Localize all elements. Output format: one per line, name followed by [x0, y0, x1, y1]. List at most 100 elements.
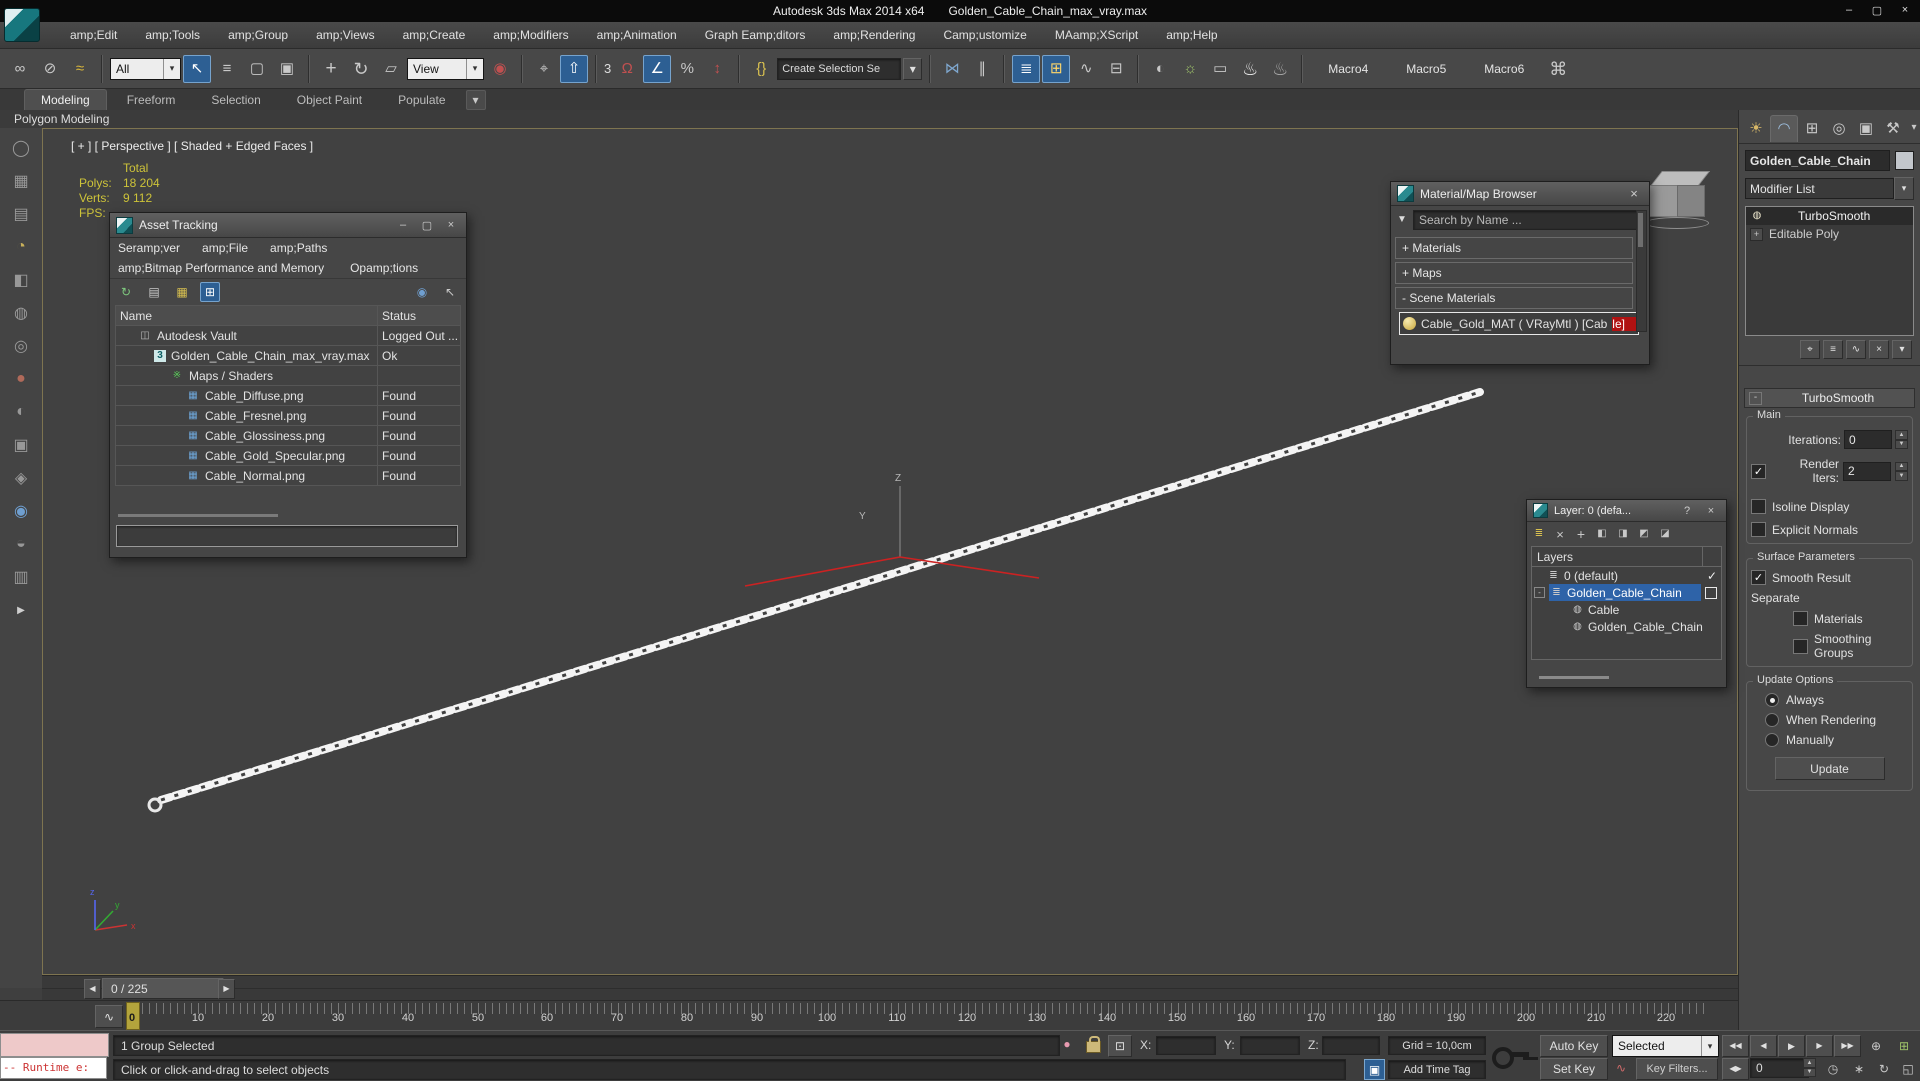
- menu-server[interactable]: Seramp;ver: [118, 241, 180, 255]
- schematic-view-icon[interactable]: [1102, 55, 1130, 83]
- collapse-minus-icon[interactable]: [1749, 391, 1762, 405]
- curve-editor-icon[interactable]: [1072, 55, 1100, 83]
- macro5-button[interactable]: Macro5: [1388, 62, 1464, 76]
- time-tag-cube-icon[interactable]: [1364, 1059, 1385, 1080]
- menu-item-tools[interactable]: amp;Tools: [131, 22, 214, 48]
- rectangular-selection-region-icon[interactable]: [243, 55, 271, 83]
- angle-snap-toggle-icon[interactable]: [643, 54, 672, 83]
- tab-selection[interactable]: Selection: [195, 93, 276, 107]
- time-slider-prev-icon[interactable]: [84, 979, 101, 999]
- set-current-layer-icon[interactable]: [1616, 527, 1630, 541]
- ribbon-tool-icon[interactable]: [8, 135, 34, 161]
- separate-materials-checkbox[interactable]: [1793, 611, 1808, 626]
- asset-detail-box[interactable]: [116, 525, 458, 547]
- layer-dialog-title-bar[interactable]: Layer: 0 (defa... ? ×: [1527, 500, 1726, 522]
- zoom-icon[interactable]: [1862, 1035, 1890, 1057]
- layer-row-golden-cable-chain-object[interactable]: Golden_Cable_Chain: [1532, 618, 1721, 635]
- menu-item-edit[interactable]: amp;Edit: [56, 22, 131, 48]
- tab-hierarchy-icon[interactable]: [1799, 115, 1825, 141]
- iterations-field[interactable]: 0: [1844, 430, 1892, 449]
- table-row[interactable]: Cable_Normal.png Found: [115, 465, 461, 486]
- render-setup-icon[interactable]: [1176, 55, 1204, 83]
- tab-modify-icon[interactable]: [1770, 114, 1798, 142]
- browser-options-icon[interactable]: [1395, 213, 1409, 227]
- update-always-radio[interactable]: [1765, 693, 1779, 707]
- table-view-icon[interactable]: [200, 282, 220, 302]
- scene-explorer-icon[interactable]: [1042, 54, 1071, 83]
- tab-object-paint[interactable]: Object Paint: [281, 93, 378, 107]
- modifier-stack-item-editable-poly[interactable]: Editable Poly: [1746, 225, 1913, 243]
- key-filters-button[interactable]: Key Filters...: [1636, 1058, 1718, 1080]
- material-editor-icon[interactable]: [1146, 55, 1174, 83]
- tab-freeform[interactable]: Freeform: [111, 93, 192, 107]
- ribbon-panel-bar[interactable]: Polygon Modeling: [0, 110, 1920, 129]
- isolate-selection-icon[interactable]: [1058, 1035, 1076, 1053]
- smooth-result-checkbox[interactable]: [1751, 570, 1766, 585]
- table-row[interactable]: Cable_Gold_Specular.png Found: [115, 445, 461, 466]
- current-layer-check-icon[interactable]: ✓: [1703, 569, 1721, 583]
- explicit-normals-checkbox[interactable]: [1751, 522, 1766, 537]
- make-unique-icon[interactable]: [1846, 340, 1866, 359]
- render-production-icon[interactable]: [1236, 55, 1264, 83]
- ribbon-tool-icon[interactable]: [8, 201, 34, 227]
- frame-spinner[interactable]: [1803, 1058, 1816, 1077]
- render-iters-field[interactable]: 2: [1843, 461, 1891, 481]
- layer-row-golden-cable-chain[interactable]: Golden_Cable_Chain: [1532, 584, 1721, 601]
- go-to-end-icon[interactable]: [1834, 1035, 1861, 1057]
- menu-item-maxscript[interactable]: MAamp;XScript: [1041, 22, 1152, 48]
- select-object-button[interactable]: [183, 54, 211, 83]
- selection-filter-dropdown[interactable]: All: [110, 57, 181, 80]
- chevron-down-icon[interactable]: [903, 57, 923, 80]
- chevron-down-icon[interactable]: [1894, 177, 1914, 200]
- use-pivot-point-icon[interactable]: [486, 55, 514, 83]
- mini-curve-editor-icon[interactable]: [95, 1005, 123, 1028]
- table-row[interactable]: Maps / Shaders: [115, 365, 461, 386]
- pick-asset-icon[interactable]: [440, 282, 460, 302]
- window-crossing-icon[interactable]: [273, 55, 301, 83]
- modifier-list-dropdown[interactable]: Modifier List: [1745, 178, 1894, 199]
- isoline-display-checkbox[interactable]: [1751, 499, 1766, 514]
- table-row[interactable]: Cable_Diffuse.png Found: [115, 385, 461, 406]
- ribbon-tool-icon[interactable]: [8, 564, 34, 590]
- unlink-selection-icon[interactable]: [36, 55, 64, 83]
- help-icon[interactable]: ?: [1678, 503, 1696, 519]
- table-row[interactable]: Autodesk Vault Logged Out ...: [115, 325, 461, 346]
- column-name[interactable]: Name: [115, 305, 378, 326]
- maximize-viewport-toggle-icon[interactable]: [1895, 1058, 1920, 1080]
- 3dsmax-logo-icon[interactable]: [4, 8, 40, 42]
- keyboard-shortcut-override-button[interactable]: [560, 54, 588, 83]
- orbit-view-icon[interactable]: [1871, 1058, 1897, 1080]
- menu-item-views[interactable]: amp;Views: [302, 22, 388, 48]
- table-row[interactable]: Cable_Fresnel.png Found: [115, 405, 461, 426]
- ribbon-tool-icon[interactable]: [8, 531, 34, 557]
- smoothing-groups-checkbox[interactable]: [1793, 638, 1808, 654]
- tab-motion-icon[interactable]: [1826, 115, 1852, 141]
- ribbon-tool-icon[interactable]: [8, 432, 34, 458]
- menu-options[interactable]: Opamp;tions: [350, 261, 418, 275]
- ribbon-tool-icon[interactable]: [8, 300, 34, 326]
- lightbulb-icon[interactable]: [1750, 209, 1764, 223]
- menu-item-group[interactable]: amp;Group: [214, 22, 302, 48]
- tab-create-icon[interactable]: [1743, 115, 1769, 141]
- macro4-button[interactable]: Macro4: [1310, 62, 1386, 76]
- update-button[interactable]: Update: [1774, 757, 1885, 780]
- spinner-snap-toggle-icon[interactable]: [703, 55, 731, 83]
- x-coordinate-field[interactable]: [1156, 1036, 1216, 1055]
- percent-snap-toggle-icon[interactable]: [673, 55, 701, 83]
- maximize-icon[interactable]: ▢: [418, 217, 436, 233]
- selection-lock-icon[interactable]: [1086, 1035, 1101, 1053]
- close-icon[interactable]: ×: [442, 217, 460, 233]
- go-to-start-icon[interactable]: [1722, 1035, 1749, 1057]
- search-by-name-field[interactable]: Search by Name ...: [1413, 210, 1645, 230]
- path-settings-icon[interactable]: [172, 282, 192, 302]
- horizontal-scrollbar[interactable]: [1539, 676, 1609, 679]
- create-layer-icon[interactable]: [1532, 527, 1546, 541]
- maxscript-mini-listener-pink[interactable]: [0, 1033, 109, 1057]
- set-key-button[interactable]: Set Key: [1540, 1058, 1608, 1080]
- render-iterative-icon[interactable]: [1266, 55, 1294, 83]
- ribbon-tool-icon[interactable]: [8, 267, 34, 293]
- help-robot-icon[interactable]: [1544, 55, 1572, 83]
- auto-key-button[interactable]: Auto Key: [1540, 1035, 1608, 1057]
- rendered-frame-window-icon[interactable]: [1206, 55, 1234, 83]
- table-row[interactable]: Cable_Glossiness.png Found: [115, 425, 461, 446]
